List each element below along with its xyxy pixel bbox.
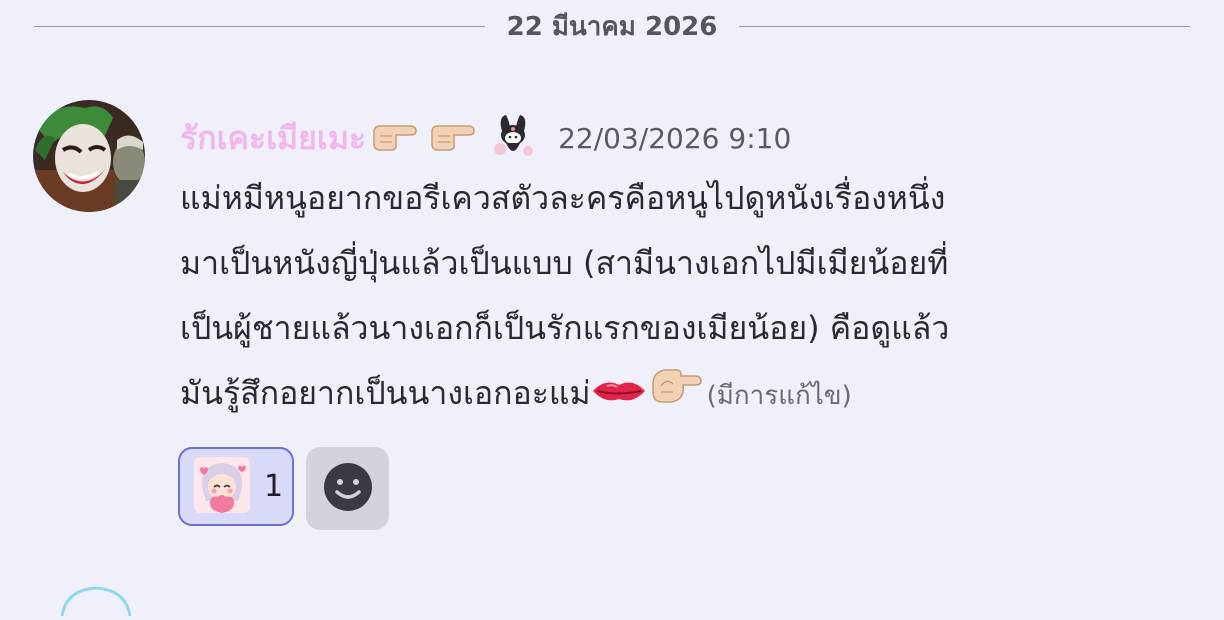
- kuromi-sticker-emoji: [488, 111, 538, 165]
- message-line: เป็นผู้ชายแล้วนางเอกก็เป็นรักแรกของเมียน…: [180, 309, 950, 347]
- username[interactable]: รักเคะเมียเมะ: [180, 113, 366, 164]
- edited-label: (มีการแก้ไข): [706, 381, 852, 411]
- add-reaction-button[interactable]: [306, 447, 389, 530]
- pointing-right-emoji: [428, 118, 476, 158]
- message-last-line: มันรู้สึกอยากเป็นนางเอกอะแม่ (มีการแก้ไข…: [180, 361, 1200, 429]
- divider-line-right: [739, 25, 1191, 27]
- message-line: มาเป็นหนังญี่ปุ่นแล้วเป็นแบบ (สามีนางเอก…: [180, 244, 949, 282]
- message-body: แม่หมีหนูอยากขอรีเควสตัวละครคือหนูไปดูหน…: [180, 166, 1200, 429]
- message-header: รักเคะเมียเมะ 22/03/2026 9:10: [180, 110, 791, 166]
- date-divider: 22 มีนาคม 2026: [34, 6, 1191, 46]
- reactions-bar: 1: [178, 447, 389, 530]
- anime-girl-heart-sticker-icon: [194, 456, 250, 517]
- reaction-pill[interactable]: 1: [178, 447, 294, 526]
- user-avatar[interactable]: [33, 100, 145, 212]
- divider-line-left: [34, 25, 485, 27]
- message-timestamp: 22/03/2026 9:10: [558, 121, 792, 155]
- message-line: แม่หมีหนูอยากขอรีเควสตัวละครคือหนูไปดูหน…: [180, 179, 946, 217]
- smiley-icon: [323, 462, 373, 516]
- pinching-hand-emoji: [647, 362, 703, 428]
- date-divider-text: 22 มีนาคม 2026: [506, 11, 718, 42]
- reaction-count: 1: [264, 469, 284, 504]
- message-line: มันรู้สึกอยากเป็นนางเอกอะแม่: [180, 374, 591, 412]
- pointing-right-emoji: [370, 118, 418, 158]
- next-message-avatar[interactable]: [58, 586, 134, 617]
- lips-emoji: [591, 363, 647, 428]
